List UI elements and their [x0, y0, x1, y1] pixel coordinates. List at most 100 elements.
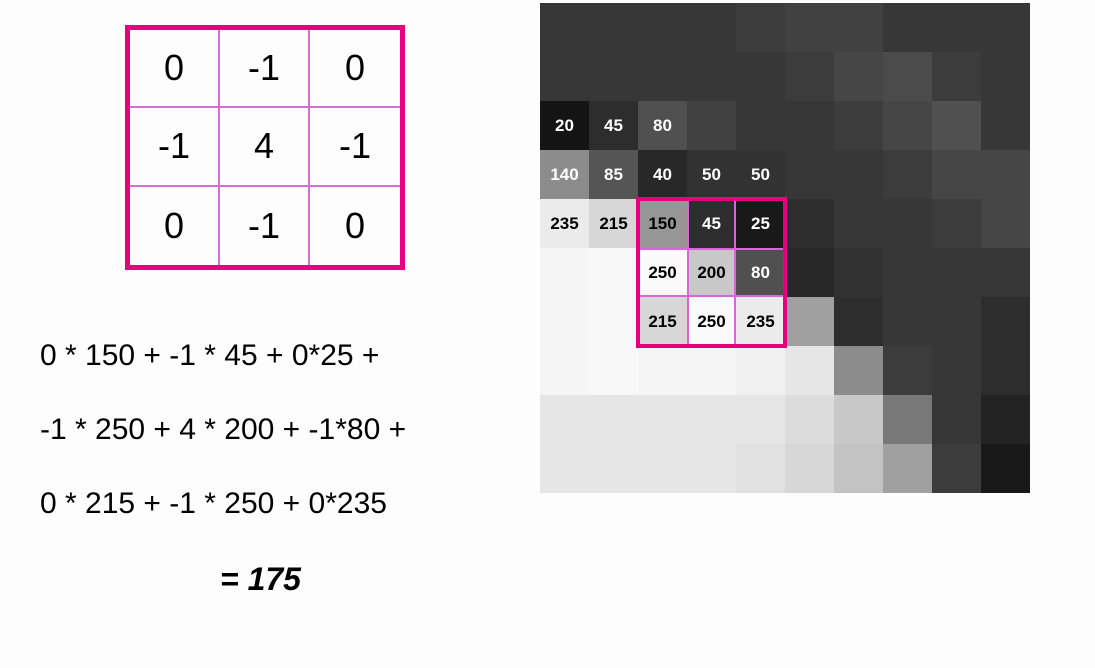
pixel-cell: [834, 395, 883, 444]
pixel-cell: [540, 395, 589, 444]
pixel-cell: [736, 444, 785, 493]
pixel-cell-labeled: 80: [638, 101, 687, 150]
pixel-cell: [785, 297, 834, 346]
pixel-cell: [883, 150, 932, 199]
calc-line-1: 0 * 150 + -1 * 45 + 0*25 +: [40, 338, 406, 374]
pixel-cell: [932, 3, 981, 52]
pixel-cell: [589, 248, 638, 297]
pixel-cell: [834, 199, 883, 248]
pixel-cell: [540, 297, 589, 346]
pixel-cell: [540, 3, 589, 52]
pixel-cell-labeled: 45: [589, 101, 638, 150]
calc-result: = 175: [40, 560, 406, 598]
pixel-cell-labeled: 50: [687, 150, 736, 199]
pixel-cell: [638, 444, 687, 493]
pixel-cell: [883, 3, 932, 52]
pixel-cell: [687, 52, 736, 101]
kernel-cell: -1: [220, 30, 310, 108]
pixel-cell: [932, 346, 981, 395]
pixel-cell: [834, 346, 883, 395]
kernel-cell: -1: [220, 187, 310, 265]
pixel-cell: [589, 444, 638, 493]
pixel-cell: [736, 395, 785, 444]
pixel-cell: [981, 248, 1030, 297]
pixel-cell: [736, 346, 785, 395]
pixel-cell: [736, 52, 785, 101]
pixel-cell-labeled: 150: [638, 199, 687, 248]
pixel-cell: [932, 248, 981, 297]
pixel-cell: [834, 101, 883, 150]
pixel-cell: [540, 248, 589, 297]
pixel-cell: [883, 297, 932, 346]
pixel-cell: [834, 444, 883, 493]
pixel-cell: [932, 297, 981, 346]
pixel-cell: [589, 3, 638, 52]
pixel-cell-labeled: 250: [687, 297, 736, 346]
kernel-cell: 0: [310, 30, 400, 108]
pixel-cell: [883, 395, 932, 444]
pixel-cell: [981, 150, 1030, 199]
pixel-cell: [687, 444, 736, 493]
kernel-cell: 4: [220, 108, 310, 186]
pixel-cell: [932, 52, 981, 101]
convolution-kernel: 0-10-14-10-10: [125, 25, 405, 270]
convolution-calculation: 0 * 150 + -1 * 45 + 0*25 + -1 * 250 + 4 …: [40, 338, 406, 598]
kernel-cell: -1: [130, 108, 220, 186]
pixel-cell: [785, 101, 834, 150]
pixel-cell: [589, 395, 638, 444]
pixel-cell: [883, 444, 932, 493]
pixel-cell-labeled: 40: [638, 150, 687, 199]
pixel-cell-labeled: 50: [736, 150, 785, 199]
pixel-cell: [981, 3, 1030, 52]
pixel-cell: [883, 248, 932, 297]
image-pixel-grid: 2045801408540505023521515045252502008021…: [540, 3, 1030, 493]
pixel-cell: [981, 297, 1030, 346]
pixel-cell: [834, 248, 883, 297]
pixel-cell-labeled: 215: [589, 199, 638, 248]
pixel-cell: [883, 346, 932, 395]
pixel-cell: [981, 444, 1030, 493]
pixel-cell: [932, 199, 981, 248]
pixel-cell: [638, 395, 687, 444]
kernel-cell: 0: [130, 187, 220, 265]
pixel-cell: [981, 395, 1030, 444]
calc-line-2: -1 * 250 + 4 * 200 + -1*80 +: [40, 412, 406, 448]
kernel-cell: 0: [130, 30, 220, 108]
pixel-cell-labeled: 45: [687, 199, 736, 248]
pixel-cell: [834, 52, 883, 101]
pixel-cell: [638, 346, 687, 395]
pixel-cell: [883, 101, 932, 150]
pixel-cell: [785, 150, 834, 199]
pixel-cell: [883, 199, 932, 248]
kernel-cell: -1: [310, 108, 400, 186]
pixel-cell: [785, 199, 834, 248]
pixel-cell: [736, 3, 785, 52]
pixel-cell: [834, 150, 883, 199]
pixel-cell-labeled: 200: [687, 248, 736, 297]
pixel-cell: [785, 395, 834, 444]
pixel-cell: [981, 199, 1030, 248]
pixel-cell-labeled: 140: [540, 150, 589, 199]
pixel-cell: [981, 52, 1030, 101]
pixel-cell: [687, 395, 736, 444]
pixel-cell: [540, 346, 589, 395]
pixel-cell: [932, 444, 981, 493]
pixel-cell: [589, 297, 638, 346]
kernel-cell: 0: [310, 187, 400, 265]
pixel-cell: [981, 101, 1030, 150]
pixel-cell: [883, 52, 932, 101]
pixel-cell: [785, 52, 834, 101]
pixel-cell-labeled: 215: [638, 297, 687, 346]
pixel-cell: [834, 297, 883, 346]
pixel-cell: [785, 444, 834, 493]
pixel-cell-labeled: 85: [589, 150, 638, 199]
pixel-cell: [834, 3, 883, 52]
pixel-cell: [589, 52, 638, 101]
pixel-cell: [785, 3, 834, 52]
pixel-cell: [932, 395, 981, 444]
pixel-cell: [981, 346, 1030, 395]
pixel-cell: [638, 3, 687, 52]
pixel-cell: [687, 346, 736, 395]
pixel-cell: [932, 101, 981, 150]
pixel-cell: [540, 52, 589, 101]
